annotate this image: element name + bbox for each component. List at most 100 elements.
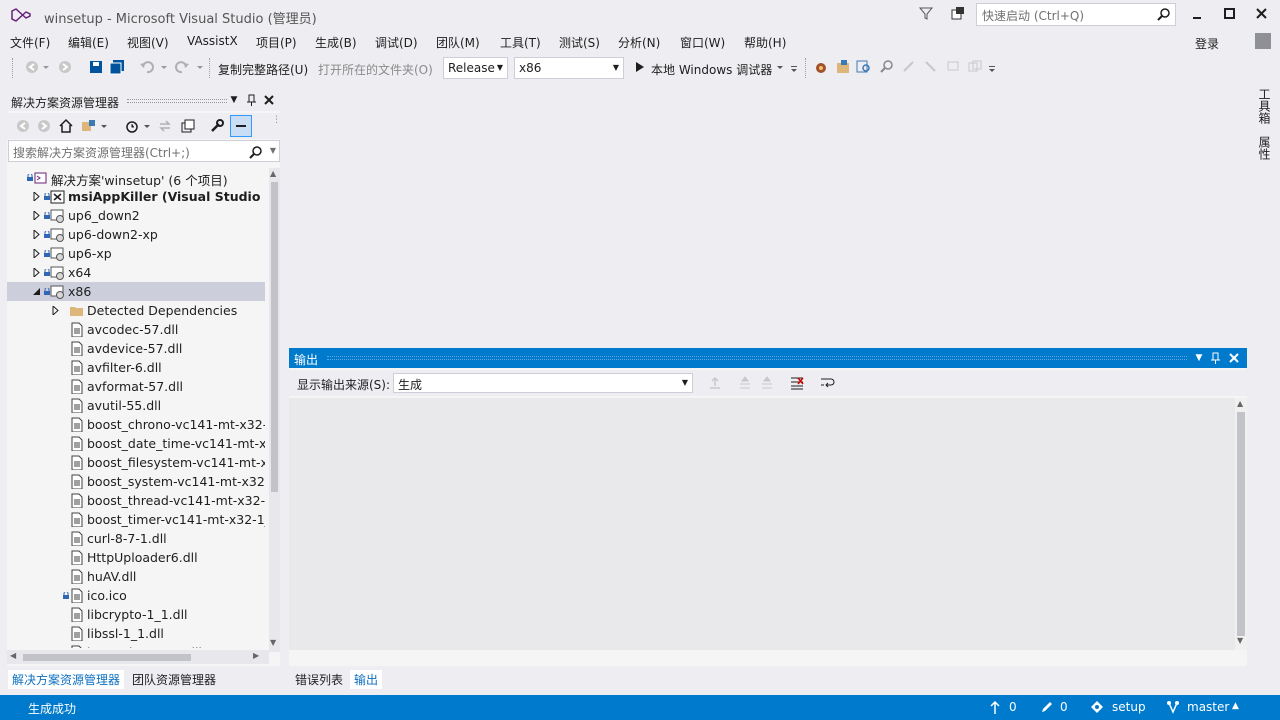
menu-test[interactable]: 测试(S)	[559, 34, 600, 51]
minimize-button[interactable]	[1187, 4, 1207, 24]
tab-toolbox[interactable]: 工具箱	[1256, 88, 1273, 124]
back-icon[interactable]	[15, 118, 31, 134]
bookmark-next-icon[interactable]	[923, 59, 939, 75]
menu-help[interactable]: 帮助(H)	[744, 34, 786, 51]
navigate-back-icon[interactable]	[24, 59, 40, 75]
toolbar-grip[interactable]	[805, 58, 808, 78]
output-text-area[interactable]	[289, 398, 1235, 650]
branch-name[interactable]: master	[1187, 700, 1229, 714]
tree-item[interactable]: up6_down2	[7, 206, 265, 225]
sync-active-document-icon[interactable]	[157, 118, 173, 134]
solution-platform-select[interactable]: x86 ▼	[514, 57, 624, 79]
forward-icon[interactable]	[36, 118, 52, 134]
tree-item[interactable]: avutil-55.dll	[7, 396, 265, 415]
vertical-scrollbar[interactable]: ▲ ▼	[1235, 398, 1247, 650]
toolbar-grip[interactable]	[209, 58, 212, 78]
tab-team-explorer[interactable]: 团队资源管理器	[128, 670, 220, 689]
tree-item[interactable]: curl-8-7-1.dll	[7, 529, 265, 548]
panel-grip[interactable]	[127, 99, 227, 103]
scroll-down-icon[interactable]: ▼	[1237, 636, 1243, 645]
undo-icon[interactable]	[139, 59, 155, 75]
tree-item[interactable]: Detected Dependencies	[7, 301, 265, 320]
panel-grip[interactable]	[327, 356, 1187, 360]
expand-arrow-icon[interactable]	[33, 268, 41, 277]
save-all-icon[interactable]	[109, 59, 125, 75]
save-icon[interactable]	[88, 59, 104, 75]
collapse-all-icon[interactable]	[180, 118, 196, 134]
tree-item[interactable]: x64	[7, 263, 265, 282]
menu-team[interactable]: 团队(M)	[436, 34, 480, 51]
tab-output[interactable]: 输出	[350, 670, 383, 689]
close-panel-icon[interactable]	[1227, 351, 1241, 365]
vertical-scrollbar[interactable]: ▲ ▼	[269, 168, 280, 652]
search-icon[interactable]	[249, 145, 263, 159]
toolbar-overflow-icon[interactable]	[790, 59, 798, 75]
expand-arrow-icon[interactable]	[33, 192, 41, 201]
search-icon[interactable]	[1157, 7, 1171, 21]
chevron-down-icon[interactable]	[100, 118, 108, 134]
tab-properties[interactable]: 属性	[1256, 136, 1273, 160]
tree-item[interactable]: boost_thread-vc141-mt-x32-1_75.dll	[7, 491, 265, 510]
solution-explorer-search-input[interactable]: 搜索解决方案资源管理器(Ctrl+;) ▼	[8, 140, 280, 162]
go-to-message-icon[interactable]	[707, 375, 723, 391]
toolbar-overflow-icon[interactable]	[988, 59, 996, 75]
filter-icon[interactable]	[918, 5, 934, 21]
chevron-down-icon[interactable]	[160, 59, 168, 75]
close-panel-icon[interactable]	[262, 93, 276, 107]
tree-item[interactable]: log4cplus-2.0.8.dll	[7, 643, 265, 648]
tree-item[interactable]: libcrypto-1_1.dll	[7, 605, 265, 624]
repository-name[interactable]: setup	[1112, 700, 1146, 714]
horizontal-scrollbar[interactable]: ◀ ▶	[7, 650, 269, 664]
chevron-down-icon[interactable]: ▼	[270, 146, 276, 155]
tree-item[interactable]: up6-down2-xp	[7, 225, 265, 244]
chevron-down-icon[interactable]	[42, 59, 50, 75]
expand-arrow-icon[interactable]	[33, 230, 41, 239]
sign-in-link[interactable]: 登录	[1195, 35, 1219, 52]
feedback-icon[interactable]	[950, 5, 966, 21]
bookmark-prev-icon[interactable]	[901, 59, 917, 75]
pending-changes-count[interactable]: 0	[1060, 700, 1068, 714]
next-message-icon[interactable]	[759, 375, 775, 391]
tree-item[interactable]: up6-xp	[7, 244, 265, 263]
find-icon[interactable]	[879, 59, 895, 75]
menu-edit[interactable]: 编辑(E)	[68, 34, 109, 51]
tree-item[interactable]: boost_system-vc141-mt-x32-1_75.dll	[7, 472, 265, 491]
menu-window[interactable]: 窗口(W)	[680, 34, 725, 51]
toolbar-overflow-icon[interactable]: ⋮	[272, 115, 281, 125]
tab-solution-explorer[interactable]: 解决方案资源管理器	[8, 670, 125, 689]
tree-item[interactable]: 解决方案'winsetup' (6 个项目)	[7, 168, 265, 187]
switch-views-icon[interactable]	[81, 118, 97, 134]
account-icon[interactable]	[1255, 33, 1271, 49]
scroll-up-icon[interactable]: ▲	[270, 169, 276, 178]
menu-file[interactable]: 文件(F)	[10, 34, 50, 51]
panel-menu-chevron-icon[interactable]: ▼	[1192, 351, 1206, 365]
scroll-left-icon[interactable]: ◀	[10, 651, 16, 660]
tree-item[interactable]: libssl-1_1.dll	[7, 624, 265, 643]
chevron-up-icon[interactable]: ▲	[1232, 701, 1239, 711]
pin-icon[interactable]	[245, 93, 259, 107]
close-window-button[interactable]	[1252, 4, 1272, 24]
solution-configuration-select[interactable]: Release ▼	[443, 57, 508, 79]
menu-project[interactable]: 项目(P)	[256, 34, 297, 51]
tab-error-list[interactable]: 错误列表	[291, 670, 347, 689]
tree-item[interactable]: x86	[7, 282, 265, 301]
preview-selected-items-button[interactable]	[230, 115, 252, 137]
previous-message-icon[interactable]	[737, 375, 753, 391]
start-debug-icon[interactable]	[632, 59, 648, 75]
toolbar-grip[interactable]	[12, 58, 15, 78]
tree-item[interactable]: avcodec-57.dll	[7, 320, 265, 339]
menu-debug[interactable]: 调试(D)	[375, 34, 418, 51]
tree-item[interactable]: avformat-57.dll	[7, 377, 265, 396]
find-in-files-icon[interactable]	[856, 59, 872, 75]
menu-view[interactable]: 视图(V)	[127, 34, 169, 51]
menu-build[interactable]: 生成(B)	[315, 34, 357, 51]
chevron-down-icon[interactable]	[776, 59, 784, 75]
scroll-up-icon[interactable]: ▲	[1237, 399, 1243, 408]
scrollbar-thumb[interactable]	[23, 654, 191, 661]
chevron-down-icon[interactable]	[143, 118, 151, 134]
chevron-down-icon[interactable]	[196, 59, 204, 75]
tree-item[interactable]: avfilter-6.dll	[7, 358, 265, 377]
tree-item[interactable]: huAV.dll	[7, 567, 265, 586]
open-containing-folder-button[interactable]: 打开所在的文件夹(O)	[318, 61, 433, 78]
scrollbar-thumb[interactable]	[271, 182, 278, 492]
